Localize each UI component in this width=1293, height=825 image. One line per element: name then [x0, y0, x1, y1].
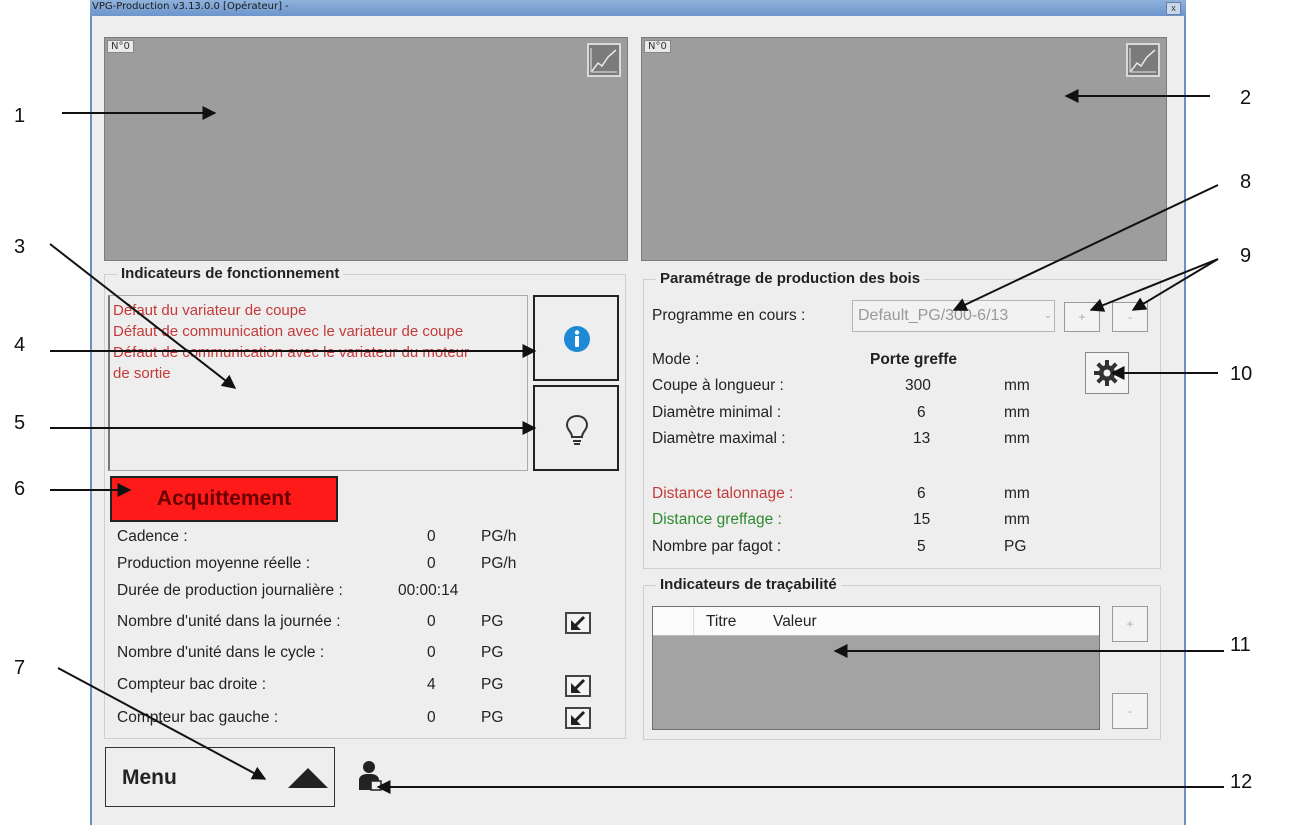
chart-trend-icon[interactable] — [1126, 43, 1160, 77]
lightbulb-icon — [565, 414, 589, 445]
stat-value: 4 — [427, 676, 436, 693]
column-header-title[interactable]: Titre — [706, 613, 736, 631]
gear-icon — [1094, 360, 1120, 386]
param-value: 6 — [917, 485, 926, 502]
stat-value: 0 — [427, 644, 436, 661]
stat-value: 0 — [427, 555, 436, 572]
chart-trend-icon[interactable] — [587, 43, 621, 77]
group-title: Indicateurs de traçabilité — [656, 576, 841, 593]
settings-button[interactable] — [1085, 352, 1129, 394]
fault-message: Défaut du variateur de coupe — [113, 302, 307, 319]
info-icon — [564, 326, 590, 352]
graph-number-label: N°0 — [644, 40, 671, 53]
annotation-number: 5 — [14, 412, 26, 434]
stat-unit: PG/h — [481, 555, 517, 572]
param-value: 13 — [913, 430, 931, 447]
stat-label: Compteur bac droite : — [117, 676, 267, 693]
stat-value: 00:00:14 — [398, 582, 459, 599]
graph-number-label: N°0 — [107, 40, 134, 53]
param-label: Diamètre minimal : — [652, 404, 782, 421]
program-select[interactable]: Default_PG/300-6/13 ⌄ — [852, 300, 1055, 332]
stat-unit: PG — [481, 613, 504, 630]
export-arrow-button[interactable] — [565, 675, 591, 697]
window-title: VPG-Production v3.13.0.0 [Opérateur] - — [92, 1, 289, 12]
graph-panel-left: N°0 — [104, 37, 628, 261]
lamp-test-button[interactable] — [533, 385, 619, 471]
menu-button[interactable]: Menu — [105, 747, 335, 807]
annotation-number: 4 — [14, 334, 26, 356]
annotation-number: 3 — [14, 236, 26, 258]
param-label-graft-distance: Distance greffage : — [652, 511, 782, 528]
stat-value: 0 — [427, 528, 436, 545]
param-value: 6 — [917, 404, 926, 421]
remove-program-button[interactable]: - — [1112, 302, 1148, 332]
annotation-number: 1 — [14, 105, 26, 127]
fault-message-list[interactable]: Défaut du variateur de coupe Défaut de c… — [108, 295, 528, 471]
user-operator-icon[interactable] — [358, 760, 384, 792]
stat-value: 0 — [427, 709, 436, 726]
param-value: 300 — [905, 377, 931, 394]
program-label: Programme en cours : — [652, 307, 806, 324]
fault-message: Défaut de communication avec le variateu… — [113, 344, 470, 361]
annotation-number: 6 — [14, 478, 26, 500]
add-trace-button[interactable]: + — [1112, 606, 1148, 642]
traceability-table[interactable]: Titre Valeur — [652, 606, 1100, 730]
remove-trace-button[interactable]: - — [1112, 693, 1148, 729]
graph-panel-right: N°0 — [641, 37, 1167, 261]
info-button[interactable] — [533, 295, 619, 381]
stat-label: Nombre d'unité dans la journée : — [117, 613, 341, 630]
stat-unit: PG — [481, 676, 504, 693]
export-arrow-button[interactable] — [565, 612, 591, 634]
fault-message: de sortie — [113, 365, 171, 382]
chevron-down-icon: ⌄ — [1042, 301, 1054, 331]
close-button[interactable]: x — [1166, 2, 1181, 15]
arrow-down-left-icon — [571, 710, 586, 725]
triangle-up-icon — [288, 768, 328, 788]
arrow-down-left-icon — [571, 615, 586, 630]
table-header: Titre Valeur — [653, 607, 1099, 636]
annotation-number: 9 — [1240, 245, 1252, 267]
stat-label: Cadence : — [117, 528, 188, 545]
param-value-mode: Porte greffe — [870, 351, 957, 368]
arrow-down-left-icon — [571, 678, 586, 693]
param-unit: mm — [1004, 377, 1030, 394]
param-value: 5 — [917, 538, 926, 555]
param-label: Nombre par fagot : — [652, 538, 782, 555]
stat-value: 0 — [427, 613, 436, 630]
param-unit: mm — [1004, 430, 1030, 447]
add-program-button[interactable]: + — [1064, 302, 1100, 332]
stat-label: Compteur bac gauche : — [117, 709, 279, 726]
param-unit: mm — [1004, 485, 1030, 502]
menu-label: Menu — [122, 766, 177, 789]
group-title: Indicateurs de fonctionnement — [117, 265, 344, 282]
program-select-value: Default_PG/300-6/13 — [858, 307, 1009, 324]
param-label: Mode : — [652, 351, 700, 368]
stat-label: Production moyenne réelle : — [117, 555, 311, 572]
annotation-number: 11 — [1230, 634, 1251, 656]
annotation-number: 10 — [1230, 363, 1253, 385]
annotation-number: 7 — [14, 657, 26, 679]
fault-message: Défaut de communication avec le variateu… — [113, 323, 464, 340]
param-label: Coupe à longueur : — [652, 377, 784, 394]
stat-unit: PG — [481, 644, 504, 661]
export-arrow-button[interactable] — [565, 707, 591, 729]
group-title: Paramétrage de production des bois — [656, 270, 925, 287]
table-header-row-selector — [653, 607, 694, 635]
param-unit: PG — [1004, 538, 1027, 555]
param-label-heel-distance: Distance talonnage : — [652, 485, 794, 502]
param-unit: mm — [1004, 511, 1030, 528]
acknowledge-button[interactable]: Acquittement — [110, 476, 338, 522]
param-unit: mm — [1004, 404, 1030, 421]
column-header-value[interactable]: Valeur — [773, 613, 817, 631]
stat-unit: PG — [481, 709, 504, 726]
param-value: 15 — [913, 511, 931, 528]
annotation-number: 12 — [1230, 771, 1253, 793]
stat-unit: PG/h — [481, 528, 517, 545]
annotation-number: 8 — [1240, 171, 1252, 193]
title-bar: VPG-Production v3.13.0.0 [Opérateur] - x — [90, 0, 1186, 16]
annotation-number: 2 — [1240, 87, 1252, 109]
param-label: Diamètre maximal : — [652, 430, 786, 447]
stat-label: Durée de production journalière : — [117, 582, 343, 599]
stat-label: Nombre d'unité dans le cycle : — [117, 644, 325, 661]
